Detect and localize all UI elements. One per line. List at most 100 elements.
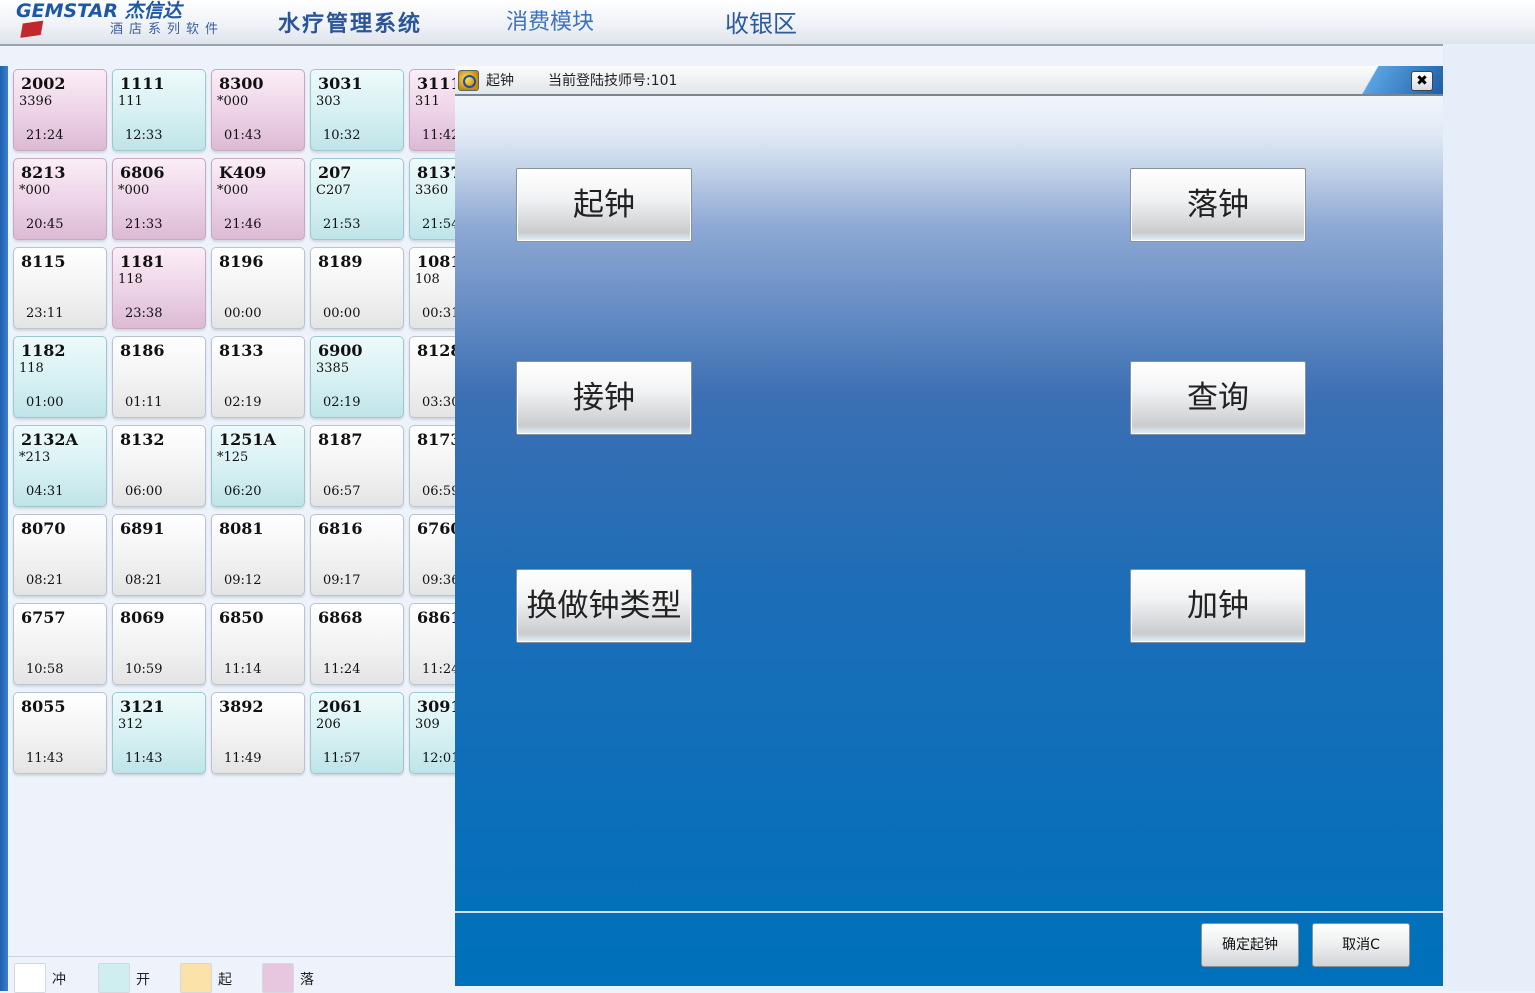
tile-room-number: 3031 [318,74,363,93]
tab-consume-module[interactable]: 消费模块 [506,4,594,36]
tile-time: 12:33 [125,128,163,143]
change-clock-type-button[interactable]: 换做钟类型 [516,569,692,643]
tile-time: 10:32 [323,128,361,143]
technician-info: 当前登陆技师号:101 [548,73,678,89]
tile-guest-number: 312 [118,717,143,732]
tile-room-number: 2002 [21,74,66,93]
add-clock-button[interactable]: 加钟 [1130,569,1306,643]
room-tile[interactable]: 8128A 03:30 [409,336,456,418]
room-tile[interactable]: 6806 *000 21:33 [112,158,206,240]
room-tile[interactable]: 8186 01:11 [112,336,206,418]
room-tile[interactable]: 207 C207 21:53 [310,158,404,240]
room-tile[interactable]: 8133 02:19 [211,336,305,418]
room-tile[interactable]: 6816 09:17 [310,514,404,596]
room-tile[interactable]: 1081108 00:31 [409,247,456,329]
cancel-button[interactable]: 取消C [1312,923,1410,967]
room-tile[interactable]: 6760 09:36 [409,514,456,596]
room-tile[interactable]: 3091309 12:01 [409,692,456,774]
tile-room-number: 1111 [120,74,165,93]
room-tile[interactable]: 6850 11:14 [211,603,305,685]
tile-room-number: 3111 [417,74,456,93]
room-tile[interactable]: 3031 303 10:32 [310,69,404,151]
tile-room-number: K409 [219,163,267,182]
room-tile[interactable]: 6868 11:24 [310,603,404,685]
tile-guest-number: 303 [316,94,341,109]
tab-cashier[interactable]: 收银区 [725,4,797,39]
room-tile[interactable]: 8187 06:57 [310,425,404,507]
room-tile[interactable]: 1181 118 23:38 [112,247,206,329]
tile-time: 21:33 [125,217,163,232]
legend-swatch [14,963,46,993]
room-tile[interactable]: 6861 11:24 [409,603,456,685]
room-tile[interactable]: 8069 10:59 [112,603,206,685]
tile-time: 20:45 [26,217,64,232]
tile-time: 23:11 [26,306,64,321]
start-clock-button[interactable]: 起钟 [516,168,692,242]
tile-guest-number: 118 [118,272,143,287]
dialog-title: 起钟 [486,73,514,89]
tile-room-number: 207 [318,163,352,182]
tile-time: 06:57 [323,484,361,499]
room-tile[interactable]: 8115 23:11 [13,247,107,329]
legend-label: 开 [136,972,150,988]
room-tile[interactable]: 1182 118 01:00 [13,336,107,418]
room-tile[interactable]: 1251A *125 06:20 [211,425,305,507]
room-tile[interactable]: 6891 08:21 [112,514,206,596]
room-tile[interactable]: 8132 06:00 [112,425,206,507]
tile-room-number: 8137 [417,163,456,182]
room-tile[interactable]: 8070 08:21 [13,514,107,596]
app-header: GEMSTAR 杰信达 酒店系列软件 水疗管理系统 消费模块 收银区 [0,0,1535,46]
room-tile[interactable]: 8055 11:43 [13,692,107,774]
tile-room-number: 8189 [318,252,363,271]
close-icon[interactable]: ✖ [1411,71,1433,91]
room-tile[interactable]: 8300 *000 01:43 [211,69,305,151]
tile-room-number: 8133 [219,341,264,360]
room-tile[interactable]: 1111 111 12:33 [112,69,206,151]
room-tile[interactable]: 2061 206 11:57 [310,692,404,774]
room-tile[interactable]: K409 *000 21:46 [211,158,305,240]
tile-guest-number: *000 [217,94,249,109]
room-tile[interactable]: 6757 10:58 [13,603,107,685]
room-tile[interactable]: 8081 09:12 [211,514,305,596]
room-tile[interactable]: 3892 11:49 [211,692,305,774]
tile-room-number: 8081 [219,519,264,538]
room-tile[interactable]: 8173A 06:59 [409,425,456,507]
tile-time: 11:57 [323,751,361,766]
end-clock-button[interactable]: 落钟 [1130,168,1306,242]
tile-time: 09:17 [323,573,361,588]
room-tile[interactable]: 3121 312 11:43 [112,692,206,774]
tile-room-number: 3892 [219,697,264,716]
tile-time: 11:24 [323,662,361,677]
legend-label: 冲 [52,972,66,988]
room-tile[interactable]: 6900 3385 02:19 [310,336,404,418]
room-tile[interactable]: 3111311 11:42 [409,69,456,151]
room-tile[interactable]: 8213 *000 20:45 [13,158,107,240]
tile-time: 08:21 [125,573,163,588]
dialog-titlebar[interactable]: 起钟 当前登陆技师号:101 ✖ [455,66,1443,96]
start-clock-dialog: 起钟 当前登陆技师号:101 ✖ 起钟 落钟 接钟 查询 换做钟类型 加钟 确定… [455,66,1443,986]
confirm-start-clock-button[interactable]: 确定起钟 [1201,923,1299,967]
room-tile[interactable]: 2132A *213 04:31 [13,425,107,507]
tile-room-number: 1251A [219,430,276,449]
query-button[interactable]: 查询 [1130,361,1306,435]
legend-label: 落 [300,972,314,988]
tile-room-number: 8300 [219,74,264,93]
tile-guest-number: *213 [19,450,51,465]
left-frame-bar [0,66,8,991]
tile-room-number: 6806 [120,163,165,182]
room-tile[interactable]: 81373360 21:54 [409,158,456,240]
tile-time: 23:38 [125,306,163,321]
room-tile[interactable]: 8189 00:00 [310,247,404,329]
room-tile[interactable]: 2002 3396 21:24 [13,69,107,151]
tile-room-number: 6868 [318,608,363,627]
legend-swatch [180,963,212,993]
tile-time: 10:59 [125,662,163,677]
tile-time: 01:11 [125,395,163,410]
tile-room-number: 8187 [318,430,363,449]
tile-room-number: 8128A [417,341,456,360]
tile-guest-number: C207 [316,183,351,198]
take-clock-button[interactable]: 接钟 [516,361,692,435]
tile-room-number: 6900 [318,341,363,360]
room-tile[interactable]: 8196 00:00 [211,247,305,329]
tile-room-number: 6861 [417,608,456,627]
